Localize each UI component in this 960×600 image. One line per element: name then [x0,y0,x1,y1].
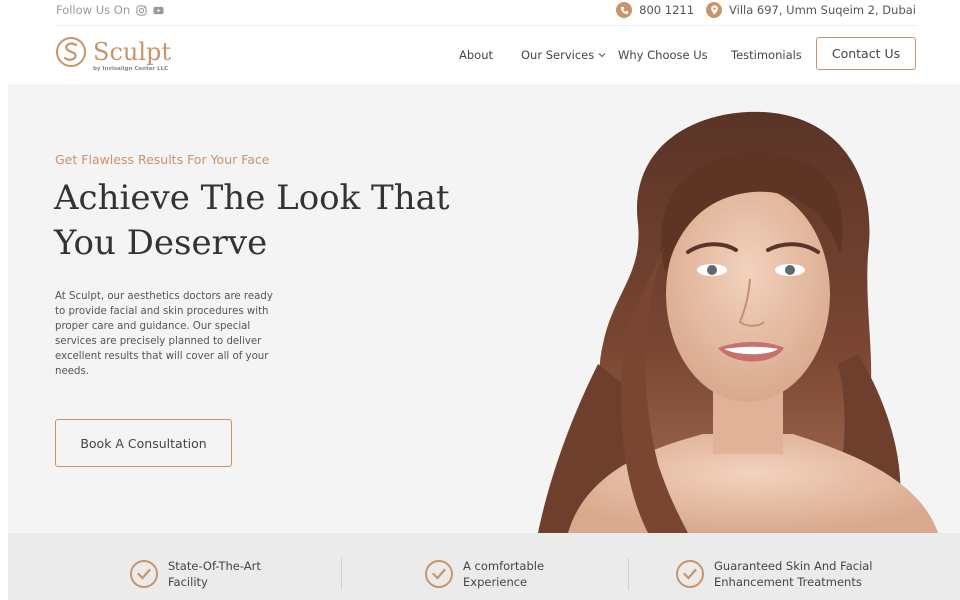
nav-about[interactable]: About [459,48,493,62]
check-circle-icon [425,560,453,588]
check-circle-icon [130,560,158,588]
hero-description: At Sculpt, our aesthetics doctors are re… [55,291,273,377]
feature-item-experience: A comfortable Experience [425,558,544,590]
feature-text: State-Of-The-Art Facility [168,559,261,589]
features-strip: State-Of-The-Art Facility A comfortable … [8,533,960,600]
book-consultation-button[interactable]: Book A Consultation [55,419,232,467]
instagram-icon[interactable] [136,4,147,16]
phone-icon [616,2,633,18]
hero-tagline: Get Flawless Results For Your Face [55,152,270,167]
nav-why-choose-us[interactable]: Why Choose Us [618,48,708,62]
hero-headline-line1: Achieve The Look That [54,178,450,218]
feature-item-facility: State-Of-The-Art Facility [130,558,261,590]
youtube-icon[interactable] [153,5,164,16]
top-divider [56,25,916,26]
feature-text: Guaranteed Skin And Facial Enhancement T… [714,559,873,589]
location-pin-icon [706,2,723,18]
contact-info: 800 1211 Villa 697, Umm Suqeim 2, Dubai [616,2,916,18]
nav-our-services-label: Our Services [521,48,595,62]
feature-item-treatments: Guaranteed Skin And Facial Enhancement T… [676,558,873,590]
address[interactable]: Villa 697, Umm Suqeim 2, Dubai [729,3,916,17]
follow-label: Follow Us On [56,3,131,17]
social-links: Follow Us On [56,3,164,17]
contact-us-button[interactable]: Contact Us [816,37,916,70]
feature-text: A comfortable Experience [463,559,545,589]
phone-number[interactable]: 800 1211 [639,3,694,17]
feature-divider [628,558,629,590]
top-bar: Follow Us On 800 1211 Villa 697, Umm Suq… [0,0,960,26]
brand-subtitle: by Invisalign Center LLC [93,66,169,72]
nav-testimonials[interactable]: Testimonials [731,48,802,62]
hero-section: Get Flawless Results For Your Face Achie… [8,84,960,533]
nav-our-services[interactable]: Our Services [521,48,606,62]
check-circle-icon [676,560,704,588]
woman-portrait-image [538,111,938,533]
chevron-down-icon [598,53,606,58]
brand-name: Sculpt [93,38,172,66]
feature-divider [341,558,342,590]
hero-headline-line2: You Deserve [54,223,268,263]
sculpt-logo-icon [56,37,86,67]
hero-headline: Achieve The Look That You Deserve [54,176,450,266]
brand-logo[interactable]: Sculpt by Invisalign Center LLC [55,36,172,72]
